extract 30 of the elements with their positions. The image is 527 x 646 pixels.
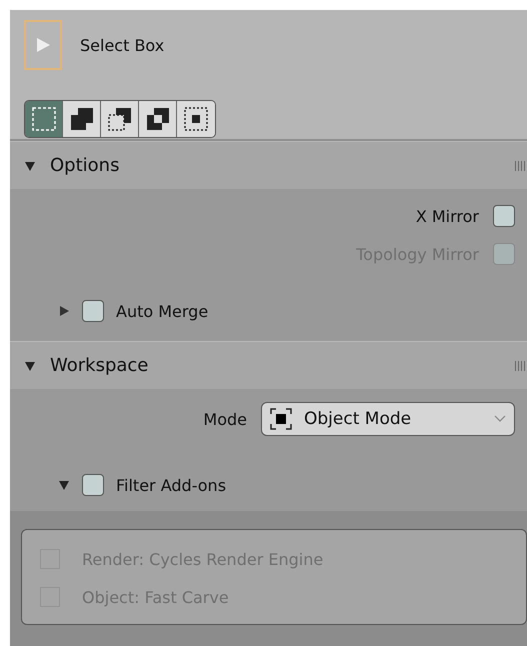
collapse-triangle-icon[interactable] [24,160,36,172]
panel-title: Options [50,155,120,176]
panel-title: Workspace [50,355,148,376]
selection-mode-button[interactable] [139,101,177,137]
selection-mode-button[interactable] [25,101,63,137]
collapse-triangle-icon[interactable] [58,479,70,491]
mode-dropdown[interactable]: Object Mode [261,402,515,436]
checkbox[interactable] [493,205,515,227]
option-label: Filter Add-ons [116,476,226,494]
dashed-square-icon [30,106,56,132]
checkbox[interactable] [82,474,104,496]
selection-mode-button[interactable] [63,101,101,137]
workspace-panel-header[interactable]: Workspace [10,341,527,389]
option-label: Auto Merge [116,302,208,320]
options-panel-header[interactable]: Options [10,141,527,189]
selection-mode-button[interactable] [101,101,139,137]
option-label: X Mirror [416,206,479,226]
chevron-down-icon [494,415,506,423]
expand-triangle-icon[interactable] [58,305,70,317]
object-mode-icon [270,408,292,430]
intersect-squares-icon [183,106,209,132]
collapse-triangle-icon[interactable] [24,360,36,372]
selection-mode-toggle[interactable] [24,100,216,138]
checkbox[interactable] [82,300,104,322]
tool-name: Select Box [80,36,164,54]
mode-label: Mode [203,410,247,428]
difference-squares-icon [144,106,170,132]
selection-mode-button[interactable] [177,101,215,137]
overlapping-squares-icon [68,106,94,132]
subtract-squares-icon [106,106,132,132]
